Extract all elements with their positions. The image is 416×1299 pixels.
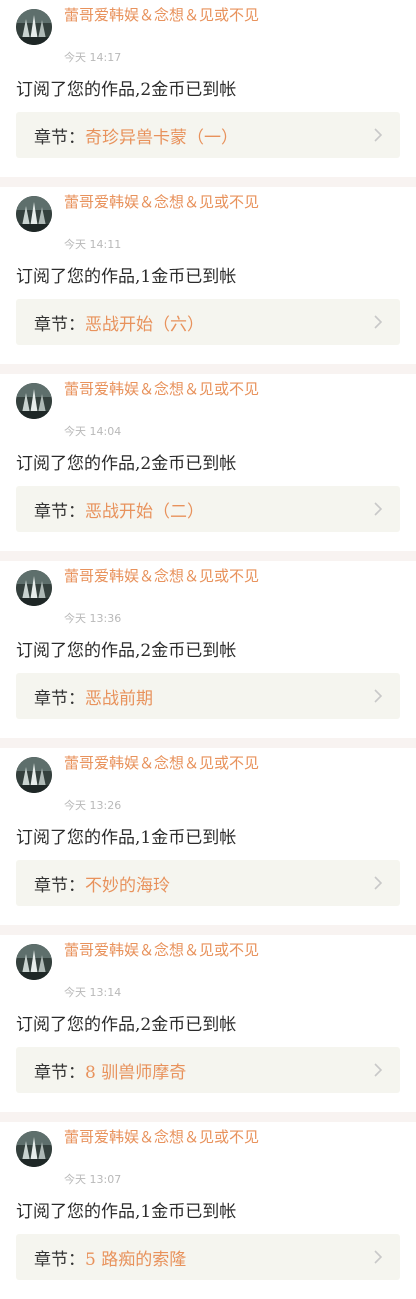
avatar[interactable] <box>16 9 52 45</box>
timestamp: 今天 14:11 <box>64 238 122 251</box>
user-name[interactable]: 蕾哥爱韩娱＆念想＆见或不见 <box>64 4 264 26</box>
notification-message: 订阅了您的作品,1金币已到帐 <box>16 1202 237 1222</box>
avatar[interactable] <box>16 944 52 980</box>
chapter-link[interactable]: 章节： 恶战前期 <box>16 673 400 719</box>
timestamp: 今天 14:17 <box>64 51 122 64</box>
chapter-link[interactable]: 章节： 奇珍异兽卡蒙（一） <box>16 112 400 158</box>
chapter-label: 章节： <box>34 314 85 335</box>
chapter-link[interactable]: 章节： 不妙的海玲 <box>16 860 400 906</box>
chapter-label: 章节： <box>34 875 85 896</box>
chevron-right-icon <box>374 1250 383 1264</box>
notification-message: 订阅了您的作品,2金币已到帐 <box>16 641 237 661</box>
chevron-right-icon <box>374 876 383 890</box>
notification-item: 蕾哥爱韩娱＆念想＆见或不见 今天 14:04 订阅了您的作品,2金币已到帐 章节… <box>0 374 416 551</box>
chapter-label: 章节： <box>34 1249 85 1270</box>
user-name[interactable]: 蕾哥爱韩娱＆念想＆见或不见 <box>64 191 264 213</box>
chapter-link[interactable]: 章节： 8 驯兽师摩奇 <box>16 1047 400 1093</box>
chevron-right-icon <box>374 1063 383 1077</box>
divider <box>0 364 416 374</box>
timestamp: 今天 13:07 <box>64 1173 122 1186</box>
user-name[interactable]: 蕾哥爱韩娱＆念想＆见或不见 <box>64 752 264 774</box>
notification-item: 蕾哥爱韩娱＆念想＆见或不见 今天 13:07 订阅了您的作品,1金币已到帐 章节… <box>0 1122 416 1299</box>
notification-message: 订阅了您的作品,1金币已到帐 <box>16 828 237 848</box>
user-name[interactable]: 蕾哥爱韩娱＆念想＆见或不见 <box>64 378 264 400</box>
chapter-title: 5 路痴的索隆 <box>85 1249 187 1270</box>
notification-item: 蕾哥爱韩娱＆念想＆见或不见 今天 13:36 订阅了您的作品,2金币已到帐 章节… <box>0 561 416 738</box>
notification-message: 订阅了您的作品,2金币已到帐 <box>16 454 237 474</box>
chevron-right-icon <box>374 128 383 142</box>
user-name[interactable]: 蕾哥爱韩娱＆念想＆见或不见 <box>64 939 264 961</box>
avatar-image <box>16 757 52 793</box>
notification-item: 蕾哥爱韩娱＆念想＆见或不见 今天 13:26 订阅了您的作品,1金币已到帐 章节… <box>0 748 416 925</box>
chapter-link[interactable]: 章节： 5 路痴的索隆 <box>16 1234 400 1280</box>
timestamp: 今天 13:14 <box>64 986 122 999</box>
chapter-title: 恶战前期 <box>85 688 153 709</box>
divider <box>0 177 416 187</box>
chapter-title: 8 驯兽师摩奇 <box>85 1062 187 1083</box>
notification-message: 订阅了您的作品,2金币已到帐 <box>16 1015 237 1035</box>
chapter-title: 恶战开始（六） <box>85 314 204 335</box>
timestamp: 今天 14:04 <box>64 425 122 438</box>
timestamp: 今天 13:36 <box>64 612 122 625</box>
chevron-right-icon <box>374 502 383 516</box>
avatar-image <box>16 1131 52 1167</box>
divider <box>0 1112 416 1122</box>
chapter-label: 章节： <box>34 1062 85 1083</box>
timestamp: 今天 13:26 <box>64 799 122 812</box>
avatar-image <box>16 570 52 606</box>
divider <box>0 551 416 561</box>
chapter-title: 不妙的海玲 <box>85 875 170 896</box>
user-name[interactable]: 蕾哥爱韩娱＆念想＆见或不见 <box>64 565 264 587</box>
chapter-label: 章节： <box>34 127 85 148</box>
chapter-title: 恶战开始（二） <box>85 501 204 522</box>
chapter-title: 奇珍异兽卡蒙（一） <box>85 127 238 148</box>
notification-message: 订阅了您的作品,2金币已到帐 <box>16 80 237 100</box>
divider <box>0 738 416 748</box>
avatar[interactable] <box>16 570 52 606</box>
avatar-image <box>16 196 52 232</box>
notification-item: 蕾哥爱韩娱＆念想＆见或不见 今天 13:14 订阅了您的作品,2金币已到帐 章节… <box>0 935 416 1112</box>
chapter-label: 章节： <box>34 688 85 709</box>
chapter-link[interactable]: 章节： 恶战开始（六） <box>16 299 400 345</box>
avatar-image <box>16 944 52 980</box>
avatar-image <box>16 9 52 45</box>
avatar[interactable] <box>16 757 52 793</box>
notification-message: 订阅了您的作品,1金币已到帐 <box>16 267 237 287</box>
avatar[interactable] <box>16 383 52 419</box>
chevron-right-icon <box>374 315 383 329</box>
notification-item: 蕾哥爱韩娱＆念想＆见或不见 今天 14:17 订阅了您的作品,2金币已到帐 章节… <box>0 0 416 177</box>
notification-item: 蕾哥爱韩娱＆念想＆见或不见 今天 14:11 订阅了您的作品,1金币已到帐 章节… <box>0 187 416 364</box>
chevron-right-icon <box>374 689 383 703</box>
chapter-link[interactable]: 章节： 恶战开始（二） <box>16 486 400 532</box>
divider <box>0 925 416 935</box>
chapter-label: 章节： <box>34 501 85 522</box>
notification-feed: 蕾哥爱韩娱＆念想＆见或不见 今天 14:17 订阅了您的作品,2金币已到帐 章节… <box>0 0 416 1299</box>
avatar-image <box>16 383 52 419</box>
avatar[interactable] <box>16 196 52 232</box>
avatar[interactable] <box>16 1131 52 1167</box>
user-name[interactable]: 蕾哥爱韩娱＆念想＆见或不见 <box>64 1126 264 1148</box>
